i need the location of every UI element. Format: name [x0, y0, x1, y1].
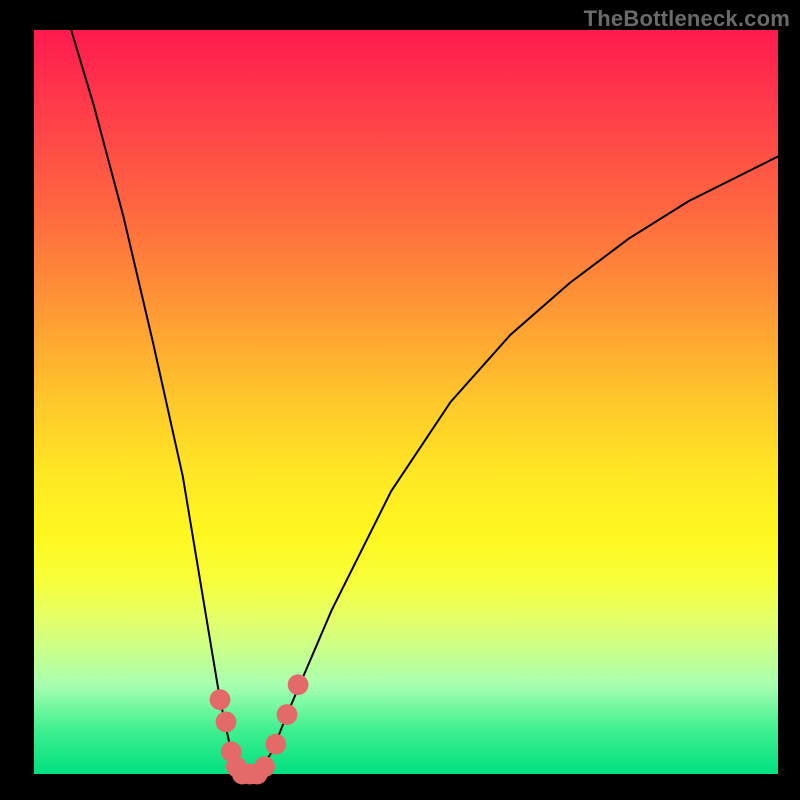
- curve-marker: [265, 734, 286, 755]
- curve-marker: [254, 756, 275, 777]
- curve-marker: [216, 712, 237, 733]
- curve-markers: [210, 674, 309, 784]
- chart-svg: [0, 0, 800, 800]
- bottleneck-curve: [71, 30, 778, 774]
- chart-frame: TheBottleneck.com: [0, 0, 800, 800]
- watermark-text: TheBottleneck.com: [584, 6, 790, 32]
- curve-marker: [277, 704, 298, 725]
- curve-marker: [210, 689, 231, 710]
- curve-marker: [288, 674, 309, 695]
